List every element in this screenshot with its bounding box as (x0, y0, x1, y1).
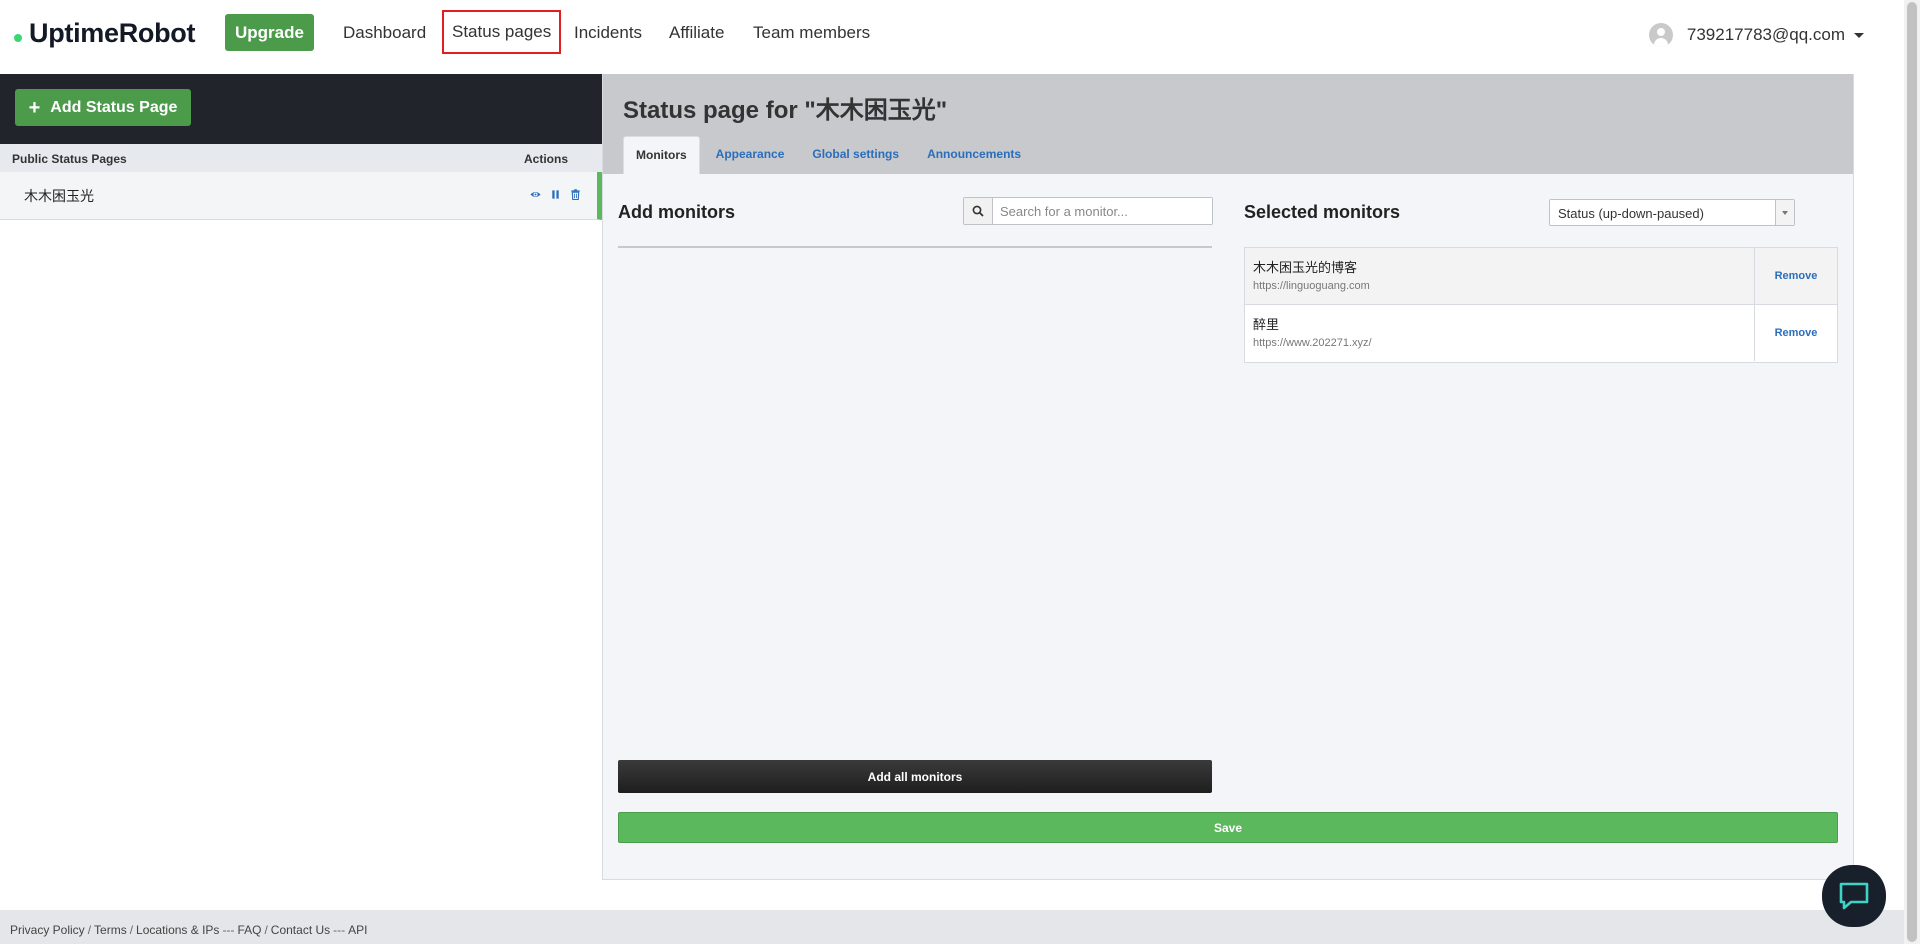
page-scrollbar[interactable] (1904, 0, 1920, 944)
status-page-actions (530, 189, 581, 200)
selected-monitors-title: Selected monitors (1244, 202, 1401, 222)
footer-link-locations[interactable]: Locations & IPs (136, 923, 219, 937)
status-page-name: 木木困玉光 (24, 188, 94, 204)
status-page-row[interactable]: 木木困玉光 (0, 172, 602, 220)
monitor-url: https://linguoguang.com (1253, 280, 1370, 292)
nav-link-status-pages[interactable]: Status pages (442, 10, 562, 54)
sort-select-value: Status (up-down-paused) (1558, 206, 1704, 221)
tab-monitors[interactable]: Monitors (623, 136, 700, 174)
plus-icon: + (28, 96, 41, 119)
status-dot-icon (14, 33, 22, 42)
sidebar-header: + Add Status Page (0, 74, 602, 144)
scrollbar-thumb[interactable] (1907, 2, 1917, 942)
sidebar-table-header: Public Status Pages Actions (0, 144, 602, 172)
top-navigation: UptimeRobot Upgrade Dashboard Status pag… (0, 0, 1904, 74)
footer-link-faq[interactable]: FAQ (237, 923, 261, 937)
status-pages-sidebar: + Add Status Page Public Status Pages Ac… (0, 74, 602, 910)
monitor-row: 醉里 https://www.202271.xyz/ Remove (1245, 305, 1837, 362)
footer-separator: --- (222, 923, 235, 937)
footer-separator: --- (333, 923, 346, 937)
editor-header: Status page for "木木困玉光" Monitors Appeara… (603, 74, 1853, 174)
section-divider (618, 246, 1212, 248)
footer-link-contact-us[interactable]: Contact Us (271, 923, 330, 937)
status-page-editor: Status page for "木木困玉光" Monitors Appeara… (602, 74, 1854, 880)
column-header-actions: Actions (524, 152, 569, 166)
brand-logo[interactable]: UptimeRobot (14, 18, 195, 49)
page-title: Status page for "木木困玉光" (623, 97, 948, 124)
add-status-page-button[interactable]: + Add Status Page (15, 89, 191, 126)
monitor-url: https://www.202271.xyz/ (1253, 337, 1372, 349)
add-status-page-label: Add Status Page (50, 98, 178, 116)
selected-monitors-table: 木木困玉光的博客 https://linguoguang.com Remove … (1244, 247, 1838, 363)
monitor-sort-select[interactable]: Status (up-down-paused) (1549, 199, 1795, 226)
account-email: 739217783@qq.com (1686, 25, 1845, 44)
search-input[interactable] (993, 198, 1212, 224)
monitor-name: 醉里 (1253, 317, 1280, 332)
add-monitors-title: Add monitors (618, 202, 735, 222)
chat-widget-button[interactable] (1822, 865, 1886, 927)
nav-link-incidents[interactable]: Incidents (574, 23, 642, 43)
chevron-down-icon (1775, 200, 1794, 225)
footer-link-api[interactable]: API (348, 923, 367, 937)
footer-separator: / (264, 923, 268, 937)
monitor-search (963, 197, 1213, 225)
search-icon (964, 198, 993, 224)
monitor-row: 木木困玉光的博客 https://linguoguang.com Remove (1245, 248, 1837, 305)
editor-tabs: Monitors Appearance Global settings Anno… (623, 136, 1037, 174)
remove-monitor-button[interactable]: Remove (1754, 248, 1837, 304)
nav-link-team-members[interactable]: Team members (753, 23, 870, 43)
chat-bubble-icon (1839, 882, 1869, 910)
remove-monitor-button[interactable]: Remove (1754, 305, 1837, 361)
tab-announcements[interactable]: Announcements (915, 136, 1033, 174)
brand-name: UptimeRobot (29, 18, 196, 48)
save-button[interactable]: Save (618, 812, 1838, 843)
account-menu[interactable]: 739217783@qq.com (1648, 23, 1864, 47)
nav-link-affiliate[interactable]: Affiliate (669, 23, 724, 43)
footer-separator: / (87, 923, 92, 937)
trash-icon[interactable] (570, 189, 581, 200)
page-footer: Privacy Policy / Terms / Locations & IPs… (0, 910, 1904, 944)
user-avatar-icon (1648, 23, 1673, 47)
tab-appearance[interactable]: Appearance (704, 136, 797, 174)
column-header-public-status-pages: Public Status Pages (12, 152, 127, 166)
footer-link-terms[interactable]: Terms (94, 923, 127, 937)
footer-link-privacy-policy[interactable]: Privacy Policy (10, 923, 85, 937)
add-all-monitors-button[interactable]: Add all monitors (618, 760, 1212, 793)
chevron-down-icon (1854, 32, 1864, 38)
upgrade-button[interactable]: Upgrade (225, 14, 314, 51)
eye-icon[interactable] (530, 189, 541, 200)
nav-link-dashboard[interactable]: Dashboard (343, 23, 426, 43)
tab-global-settings[interactable]: Global settings (800, 136, 911, 174)
pause-icon[interactable] (550, 189, 561, 200)
footer-links: Privacy Policy / Terms / Locations & IPs… (10, 923, 368, 937)
monitor-name: 木木困玉光的博客 (1253, 260, 1358, 275)
footer-separator: / (129, 923, 134, 937)
